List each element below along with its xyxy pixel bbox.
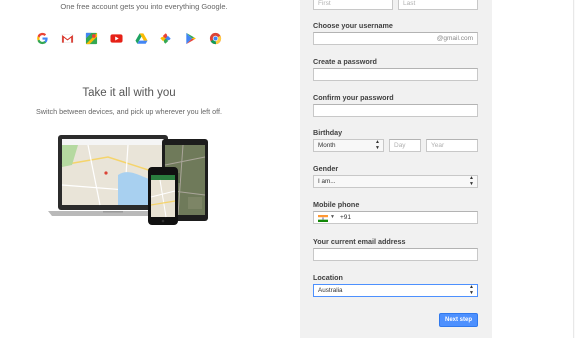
gmail-suffix: @gmail.com <box>436 35 473 42</box>
username-input[interactable]: @gmail.com <box>313 32 478 45</box>
play-icon <box>183 31 198 45</box>
birthday-month-value: Month <box>318 142 336 149</box>
country-code: +91 <box>340 214 352 221</box>
country-dropdown-caret-icon[interactable]: ▼ <box>330 212 335 223</box>
confirm-password-label: Confirm your password <box>313 93 394 102</box>
select-arrows-icon: ▲ ▼ <box>375 139 380 151</box>
select-arrows-icon: ▲ ▼ <box>469 284 474 296</box>
current-email-label: Your current email address <box>313 237 406 246</box>
gender-value: I am... <box>318 178 336 185</box>
india-flag-icon[interactable] <box>318 214 328 222</box>
mobile-phone-label: Mobile phone <box>313 200 360 209</box>
current-email-input[interactable] <box>313 248 478 261</box>
chrome-icon <box>208 31 223 45</box>
promo-title: Take it all with you <box>82 87 176 99</box>
password-input[interactable] <box>313 68 478 81</box>
birthday-year-input[interactable]: Year <box>426 139 478 152</box>
youtube-icon <box>109 31 124 45</box>
devices-illustration <box>48 135 213 230</box>
last-name-placeholder: Last <box>403 0 416 7</box>
drive-icon <box>134 31 149 45</box>
first-name-placeholder: First <box>318 0 331 7</box>
photos-icon <box>158 31 173 45</box>
gender-select[interactable]: I am... ▲ ▼ <box>313 175 478 188</box>
next-step-button[interactable]: Next step <box>439 313 478 327</box>
promo-subtitle: Switch between devices, and pick up wher… <box>35 107 223 116</box>
birthday-day-placeholder: Day <box>394 142 406 149</box>
birthday-year-placeholder: Year <box>431 142 445 149</box>
gender-label: Gender <box>313 164 339 173</box>
gmail-icon <box>60 31 75 45</box>
app-icons-row <box>35 31 233 45</box>
first-name-input[interactable]: First <box>313 0 393 10</box>
location-label: Location <box>313 273 343 282</box>
birthday-label: Birthday <box>313 128 343 137</box>
location-select[interactable]: Australia ▲ ▼ <box>313 284 478 297</box>
birthday-day-input[interactable]: Day <box>389 139 421 152</box>
confirm-password-input[interactable] <box>313 104 478 117</box>
last-name-input[interactable]: Last <box>398 0 478 10</box>
tagline: One free account gets you into everythin… <box>60 2 228 11</box>
maps-icon <box>84 31 99 45</box>
password-label: Create a password <box>313 57 377 66</box>
phone-icon <box>148 167 178 225</box>
select-arrows-icon: ▲ ▼ <box>469 175 474 187</box>
username-label: Choose your username <box>313 21 393 30</box>
google-icon <box>35 31 50 45</box>
mobile-phone-input[interactable]: ▼ +91 <box>313 211 478 224</box>
birthday-month-select[interactable]: Month ▲ ▼ <box>313 139 384 152</box>
location-value: Australia <box>318 287 343 294</box>
